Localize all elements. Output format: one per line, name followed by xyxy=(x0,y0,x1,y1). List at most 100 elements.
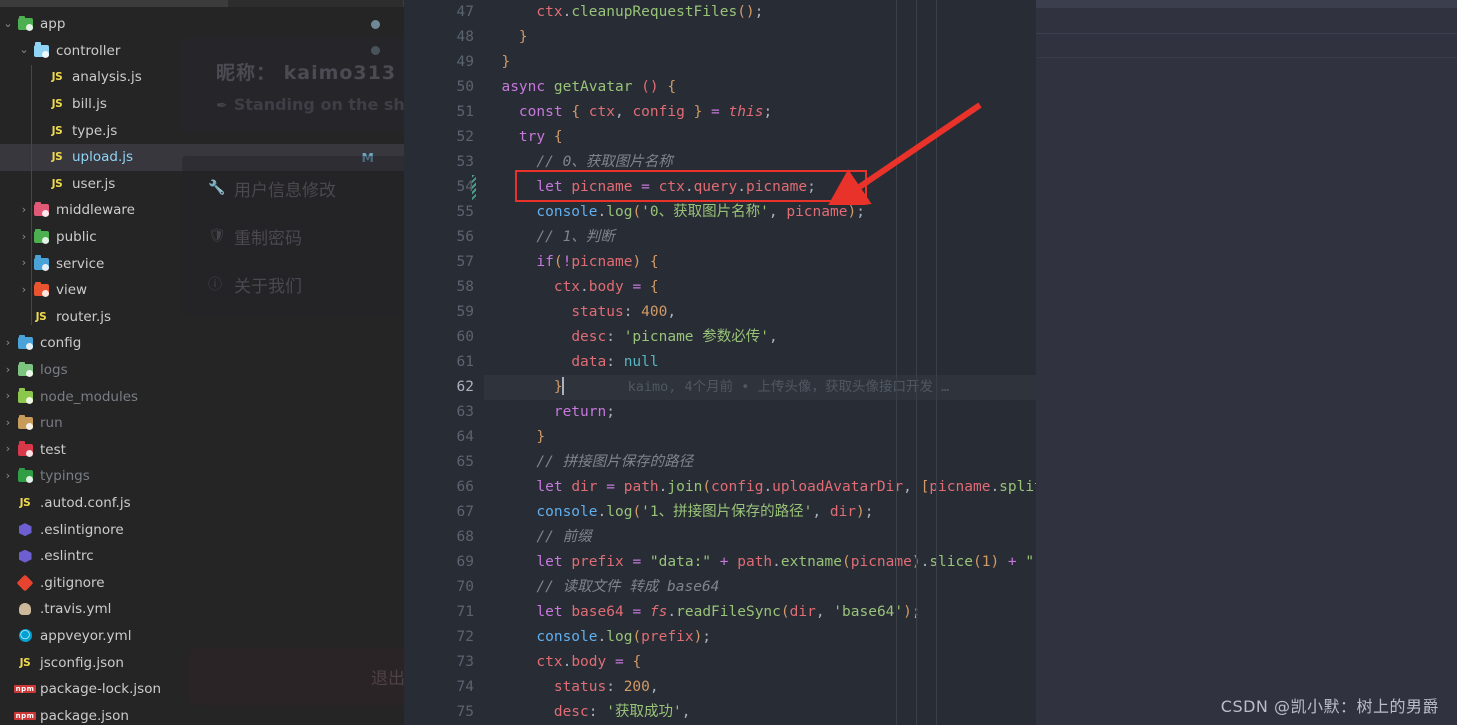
code-line[interactable]: if(!picname) { xyxy=(484,250,1036,275)
twisty-icon[interactable]: ⌄ xyxy=(16,44,32,55)
explorer-row-analysis-js[interactable]: JS analysis.js xyxy=(0,64,404,91)
code-line[interactable]: async getAvatar () { xyxy=(484,75,1036,100)
explorer-row--eslintignore[interactable]: .eslintignore xyxy=(0,516,404,543)
twisty-icon[interactable]: › xyxy=(16,257,32,268)
code-line[interactable]: console.log('1、拼接图片保存的路径', dir); xyxy=(484,500,1036,525)
indent-guide xyxy=(896,0,897,725)
code-line[interactable]: ctx.cleanupRequestFiles(); xyxy=(484,0,1036,25)
code-line[interactable]: let dir = path.join(config.uploadAvatarD… xyxy=(484,475,1036,500)
code-line[interactable]: } xyxy=(484,25,1036,50)
code-line[interactable]: } xyxy=(484,425,1036,450)
line-number: 64 xyxy=(456,429,474,445)
explorer-row-label: controller xyxy=(56,42,121,59)
twisty-icon[interactable]: ⌄ xyxy=(0,18,16,29)
explorer-row-app[interactable]: ⌄ app xyxy=(0,11,404,38)
tree-indent-guide xyxy=(31,65,32,325)
twisty-icon[interactable]: › xyxy=(16,204,32,215)
code-line[interactable]: data: null xyxy=(484,350,1036,375)
explorer-row-label: type.js xyxy=(72,122,118,139)
explorer-row-label: .gitignore xyxy=(40,574,105,591)
line-number: 59 xyxy=(456,304,474,320)
folder-config-icon xyxy=(16,334,34,352)
indent-guide xyxy=(916,0,917,725)
explorer-row-type-js[interactable]: JS type.js xyxy=(0,117,404,144)
line-number: 60 xyxy=(456,329,474,345)
explorer-row-upload-js[interactable]: JS upload.js M xyxy=(0,143,404,171)
twisty-icon[interactable]: › xyxy=(0,390,16,401)
explorer-row-appveyor-yml[interactable]: ◯ appveyor.yml xyxy=(0,623,404,650)
explorer-row-package-json[interactable]: npm package.json xyxy=(0,702,404,725)
code-line[interactable]: desc: 'picname 参数必传', xyxy=(484,325,1036,350)
twisty-icon[interactable]: › xyxy=(16,284,32,295)
explorer-row-jsconfig-json[interactable]: JS jsconfig.json xyxy=(0,649,404,676)
explorer-row-logs[interactable]: › logs xyxy=(0,357,404,384)
code-line[interactable]: // 拼接图片保存的路径 xyxy=(484,450,1036,475)
explorer-row-label: app xyxy=(40,16,66,33)
indent-guide xyxy=(936,0,937,725)
modified-line-indicator xyxy=(472,175,476,200)
twisty-icon[interactable]: › xyxy=(0,337,16,348)
explorer-row-typings[interactable]: › typings xyxy=(0,463,404,490)
code-editor[interactable]: 47 48 49 50 51 52 53 54 55 56 57 58 59 60 61 62 63 64 65 66… xyxy=(404,0,1036,725)
explorer-row-bill-js[interactable]: JS bill.js xyxy=(0,91,404,118)
explorer-row-label: .travis.yml xyxy=(40,601,112,618)
line-number: 55 xyxy=(456,204,474,220)
editor-code-area[interactable]: ctx.cleanupRequestFiles(); } } async get… xyxy=(484,0,1036,725)
explorer-row-user-js[interactable]: JS user.js xyxy=(0,171,404,198)
code-line[interactable]: let base64 = fs.readFileSync(dir, 'base6… xyxy=(484,600,1036,625)
jsconfig-icon: JS xyxy=(19,656,31,669)
explorer-row-node-modules[interactable]: › node_modules xyxy=(0,383,404,410)
code-line[interactable]: return; xyxy=(484,400,1036,425)
code-line[interactable]: console.log(prefix); xyxy=(484,625,1036,650)
explorer-row-router-js[interactable]: JS router.js xyxy=(0,304,404,331)
explorer-row--autod-conf-js[interactable]: JS .autod.conf.js xyxy=(0,490,404,517)
code-line[interactable]: ctx.body = { xyxy=(484,275,1036,300)
explorer-row-run[interactable]: › run xyxy=(0,410,404,437)
code-line[interactable]: } kaimo, 4个月前 • 上传头像，获取头像接口开发 … xyxy=(484,375,1036,400)
explorer-row-service[interactable]: › service xyxy=(0,250,404,277)
code-line[interactable]: let prefix = "data:" + path.extname(picn… xyxy=(484,550,1036,575)
line-number: 75 xyxy=(456,704,474,720)
code-line[interactable]: status: 200, xyxy=(484,675,1036,700)
explorer-row-public[interactable]: › public xyxy=(0,224,404,251)
explorer-row-view[interactable]: › view xyxy=(0,277,404,304)
code-line[interactable]: } xyxy=(484,50,1036,75)
code-line[interactable]: const { ctx, config } = this; xyxy=(484,100,1036,125)
line-number: 57 xyxy=(456,254,474,270)
twisty-icon[interactable]: › xyxy=(0,364,16,375)
twisty-icon[interactable]: › xyxy=(0,417,16,428)
code-line[interactable]: try { xyxy=(484,125,1036,150)
code-line[interactable]: status: 400, xyxy=(484,300,1036,325)
explorer-sidebar[interactable]: ⌄ app ⌄ controller JS analysis.js JS bill.js JS t… xyxy=(0,7,404,725)
code-line[interactable]: // 1、判断 xyxy=(484,225,1036,250)
line-number: 62 xyxy=(456,379,474,395)
twisty-icon[interactable]: › xyxy=(0,470,16,481)
explorer-row-label: jsconfig.json xyxy=(40,654,124,671)
explorer-row-label: package.json xyxy=(40,707,129,724)
explorer-row-controller[interactable]: ⌄ controller xyxy=(0,38,404,65)
twisty-icon[interactable]: › xyxy=(16,231,32,242)
code-line[interactable]: desc: '获取成功', xyxy=(484,700,1036,725)
explorer-row--travis-yml[interactable]: .travis.yml xyxy=(0,596,404,623)
code-line[interactable]: // 0、获取图片名称 xyxy=(484,150,1036,175)
status-dot-icon xyxy=(371,19,380,29)
code-line[interactable]: console.log('0、获取图片名称', picname); xyxy=(484,200,1036,225)
code-line[interactable]: let picname = ctx.query.picname; xyxy=(484,175,1036,200)
twisty-icon[interactable]: › xyxy=(0,443,16,454)
folder-controller-icon xyxy=(32,42,50,60)
eslint-icon xyxy=(16,521,34,539)
line-number: 67 xyxy=(456,504,474,520)
explorer-row-test[interactable]: › test xyxy=(0,437,404,464)
appveyor-icon: ◯ xyxy=(18,629,32,643)
explorer-row-package-lock-json[interactable]: npm package-lock.json xyxy=(0,676,404,703)
editor-line-number-gutter: 47 48 49 50 51 52 53 54 55 56 57 58 59 60 61 62 63 64 65 66… xyxy=(404,0,484,725)
explorer-row--gitignore[interactable]: .gitignore xyxy=(0,569,404,596)
explorer-row--eslintrc[interactable]: .eslintrc xyxy=(0,543,404,570)
explorer-row-config[interactable]: › config xyxy=(0,330,404,357)
explorer-row-middleware[interactable]: › middleware xyxy=(0,197,404,224)
code-line[interactable]: // 前缀 xyxy=(484,525,1036,550)
line-number: 68 xyxy=(456,529,474,545)
code-line[interactable]: // 读取文件 转成 base64 xyxy=(484,575,1036,600)
explorer-row-label: config xyxy=(40,335,82,352)
code-line[interactable]: ctx.body = { xyxy=(484,650,1036,675)
